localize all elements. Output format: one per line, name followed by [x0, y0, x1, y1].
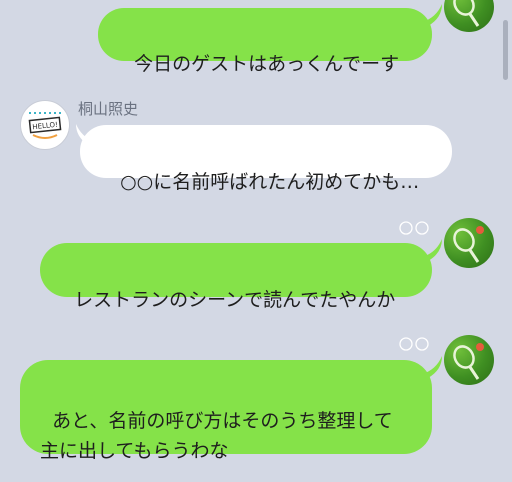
other-message-bubble[interactable]: ○○に名前呼ばれたん初めてかも…: [80, 125, 452, 193]
tennis-racket-icon: [453, 343, 484, 380]
tennis-racket-icon: [453, 0, 480, 27]
chat-scrollbar[interactable]: [503, 20, 508, 80]
tennis-racket-icon: [453, 226, 484, 263]
other-avatar[interactable]: HELLO!: [20, 100, 70, 150]
my-avatar[interactable]: [444, 335, 494, 385]
chat-screen: { "messages": [ { "id": "m1", "sender": …: [0, 0, 512, 482]
message-text: 今日のゲストはあっくんでーす: [134, 53, 400, 75]
my-message-bubble-1[interactable]: 今日のゲストはあっくんでーす: [98, 8, 432, 75]
bubble-tail: [422, 4, 442, 26]
my-avatar[interactable]: [444, 0, 494, 32]
read-indicator: [399, 337, 429, 351]
my-avatar[interactable]: [444, 218, 494, 268]
read-indicator: [399, 221, 429, 235]
bubble-tail: [422, 239, 442, 261]
my-message-bubble-3[interactable]: あと、名前の呼び方はそのうち整理して 主に出してもらうわな: [20, 360, 432, 462]
bubble-tail: [422, 356, 442, 378]
sender-name: 桐山照史: [78, 100, 139, 118]
message-text: ○○に名前呼ばれたん初めてかも…: [120, 171, 420, 193]
hello-sign-avatar: HELLO!: [22, 102, 68, 148]
message-text: レストランのシーンで読んでたやんか: [74, 289, 396, 311]
my-message-bubble-2[interactable]: レストランのシーンで読んでたやんか: [40, 243, 432, 311]
message-text: あと、名前の呼び方はそのうち整理して 主に出してもらうわな: [40, 410, 393, 462]
